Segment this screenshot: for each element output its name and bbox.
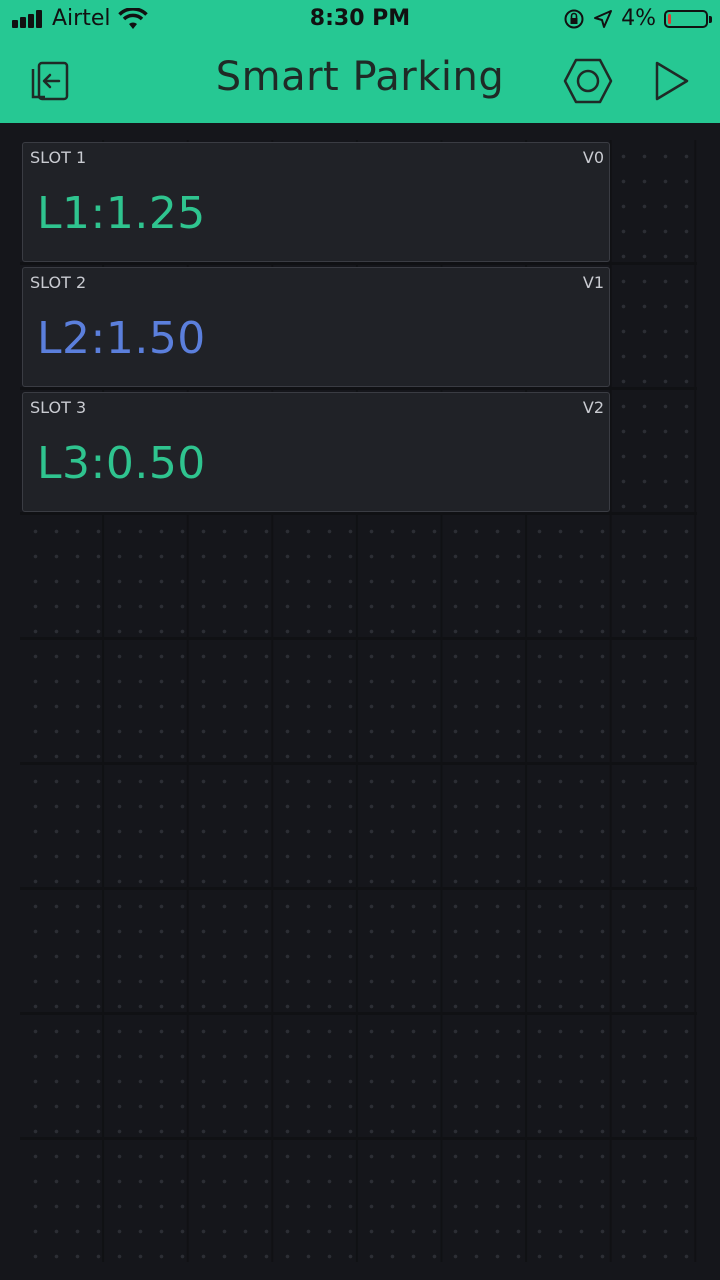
orientation-lock-icon <box>564 9 584 28</box>
widget-pin: V2 <box>582 398 604 417</box>
slot-1-display-widget[interactable]: SLOT 1 V0 L1:1.25 <box>22 142 610 262</box>
play-icon <box>655 61 689 101</box>
hexagon-settings-icon <box>563 58 613 104</box>
widget-label: SLOT 3 <box>30 398 87 417</box>
status-bar: Airtel 8:30 PM 4% <box>0 0 720 40</box>
top-bar: Airtel 8:30 PM 4% Smart Parking <box>0 0 720 123</box>
slot-2-display-widget[interactable]: SLOT 2 V1 L2:1.50 <box>22 267 610 387</box>
location-arrow-icon <box>594 9 613 28</box>
widget-value: L1:1.25 <box>37 188 206 239</box>
battery-percent: 4% <box>621 6 656 31</box>
battery-icon <box>664 9 712 28</box>
widget-value: L2:1.50 <box>37 313 206 364</box>
app-header: Smart Parking <box>0 40 720 123</box>
widget-pin: V1 <box>582 273 604 292</box>
settings-button[interactable] <box>563 56 613 106</box>
widget-label: SLOT 1 <box>30 148 87 167</box>
widget-label: SLOT 2 <box>30 273 87 292</box>
status-right: 4% <box>563 6 712 31</box>
widget-pin: V0 <box>582 148 604 167</box>
widget-value: L3:0.50 <box>37 438 206 489</box>
slot-3-display-widget[interactable]: SLOT 3 V2 L3:0.50 <box>22 392 610 512</box>
play-button[interactable] <box>646 56 696 106</box>
